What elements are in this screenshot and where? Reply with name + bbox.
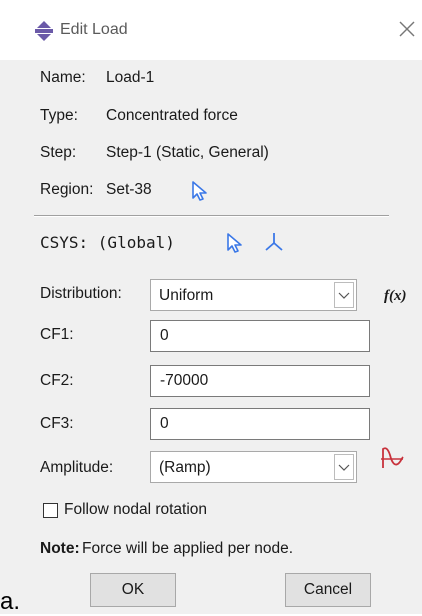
step-label: Step:: [40, 144, 77, 161]
distribution-value: Uniform: [159, 287, 214, 304]
close-icon[interactable]: [395, 17, 419, 41]
follow-nodal-rotation-label: Follow nodal rotation: [64, 501, 208, 518]
cf3-label: CF3:: [40, 415, 74, 432]
distribution-label: Distribution:: [40, 285, 122, 302]
distribution-select[interactable]: Uniform: [150, 279, 357, 311]
name-label: Name:: [40, 69, 86, 86]
amplitude-select[interactable]: (Ramp): [150, 451, 357, 483]
type-value: Concentrated force: [106, 107, 238, 124]
fx-icon[interactable]: f(x): [384, 288, 407, 305]
ok-button[interactable]: OK: [90, 573, 176, 607]
cf2-label: CF2:: [40, 372, 74, 389]
load-icon: [35, 21, 53, 41]
window-title: Edit Load: [60, 21, 128, 38]
name-value: Load-1: [106, 69, 155, 86]
amplitude-label: Amplitude:: [40, 459, 114, 476]
region-select-arrow-icon[interactable]: [190, 180, 210, 202]
chevron-down-icon: [334, 454, 354, 480]
note-text: Force will be applied per node.: [82, 540, 294, 557]
follow-nodal-rotation-checkbox[interactable]: [43, 503, 58, 518]
title-bar: Edit Load: [0, 0, 422, 60]
chevron-down-icon: [334, 282, 354, 308]
cancel-button[interactable]: Cancel: [285, 573, 371, 607]
step-value: Step-1 (Static, General): [106, 144, 269, 161]
type-label: Type:: [40, 107, 78, 124]
note-label: Note:: [40, 540, 80, 557]
edit-load-dialog: Edit Load Name: Load-1 Type: Concentrate…: [0, 0, 422, 615]
csys-select-arrow-icon[interactable]: [225, 232, 245, 254]
csys-axes-icon[interactable]: [263, 231, 285, 253]
cf1-label: CF1:: [40, 326, 74, 343]
cf3-input[interactable]: [150, 408, 370, 440]
figure-caption: a.: [0, 588, 21, 615]
amplitude-value: (Ramp): [159, 459, 211, 476]
region-value: Set-38: [106, 181, 152, 198]
cf2-input[interactable]: [150, 365, 370, 397]
cf1-input[interactable]: [150, 320, 370, 352]
amplitude-curve-icon[interactable]: [378, 445, 406, 471]
csys-label: CSYS: (Global): [40, 233, 175, 252]
region-label: Region:: [40, 181, 94, 198]
